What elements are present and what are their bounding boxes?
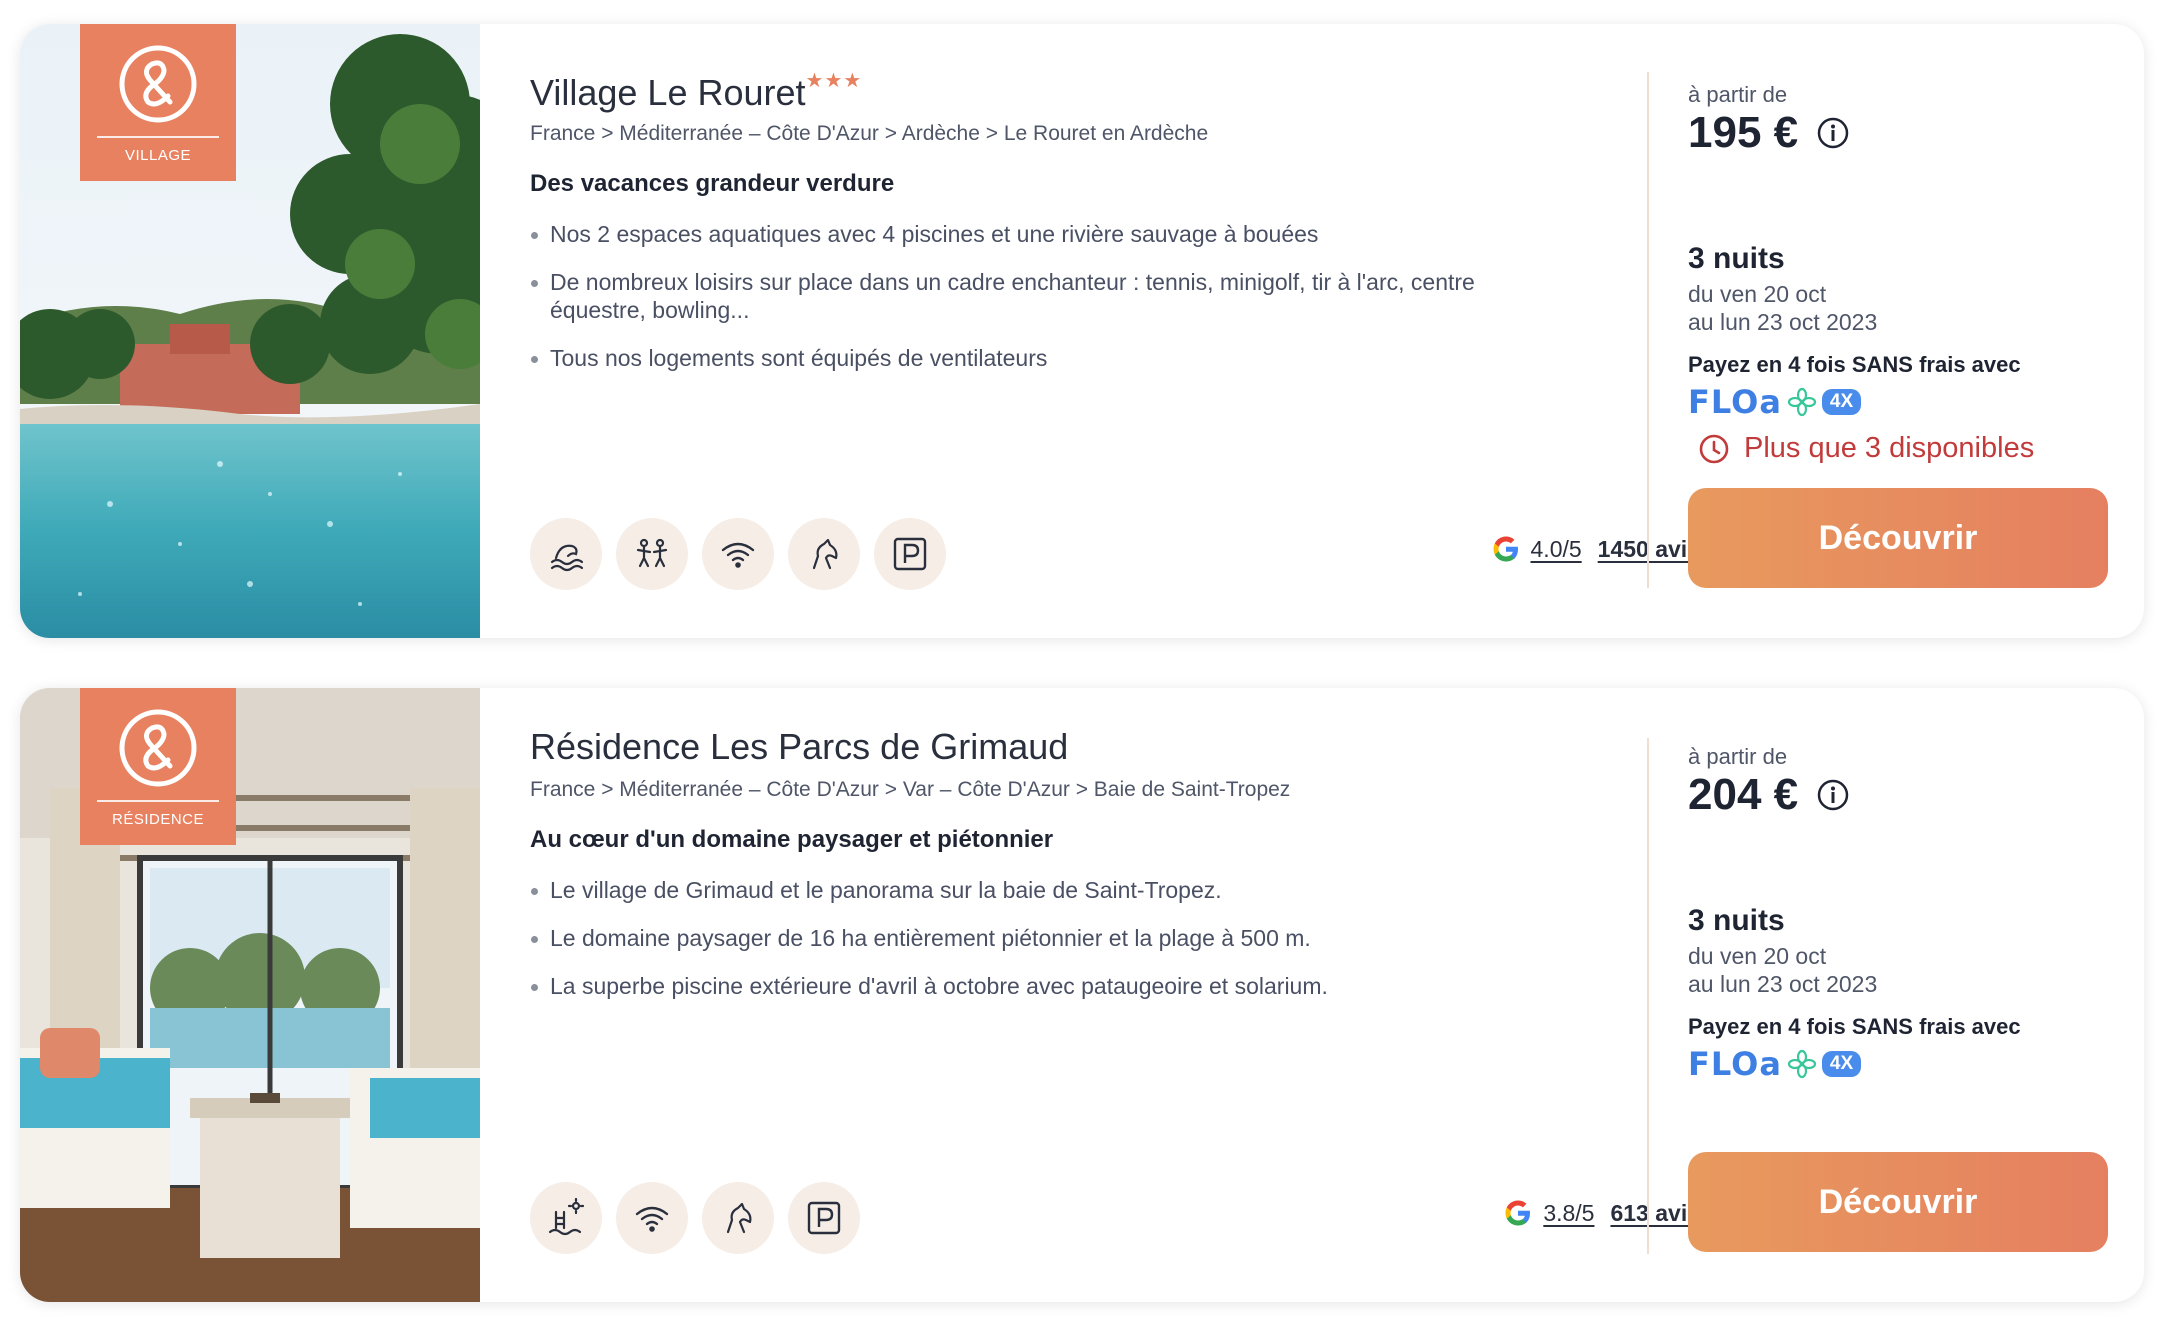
feature-item: De nombreux loisirs sur place dans un ca…: [530, 268, 1570, 324]
floa-logo: FLOa 4X: [1688, 1045, 1862, 1083]
amenity-icons: [530, 518, 946, 590]
price-value: 204 €: [1688, 770, 1799, 819]
price: 204 €: [1688, 770, 1850, 820]
listing-title-text[interactable]: Village Le Rouret: [530, 72, 806, 113]
availability-alert: Plus que 3 disponibles: [1698, 432, 2034, 465]
listing-title[interactable]: Résidence Les Parcs de Grimaud: [530, 726, 1068, 768]
price: 195 €: [1688, 108, 1850, 158]
google-rating[interactable]: 3.8/5 613 avis: [1503, 1198, 1700, 1228]
badge-divider: [97, 800, 219, 802]
listing-tagline: Au cœur d'un domaine paysager et piétonn…: [530, 826, 1054, 853]
google-icon: [1505, 1200, 1531, 1226]
date-from: du ven 20 oct: [1688, 943, 1827, 969]
brand-logo-icon: [119, 709, 197, 787]
feature-item: Tous nos logements sont équipés de venti…: [530, 344, 1570, 372]
feature-item: Nos 2 espaces aquatiques avec 4 piscines…: [530, 220, 1570, 248]
google-icon: [1493, 536, 1518, 562]
price-from-label: à partir de: [1688, 82, 1788, 107]
price-from-label: à partir de: [1688, 744, 1788, 769]
listing-title-text[interactable]: Résidence Les Parcs de Grimaud: [530, 726, 1068, 767]
listing-photo-room[interactable]: résidence: [20, 688, 480, 1302]
feature-item: Le village de Grimaud et le panorama sur…: [530, 876, 1570, 904]
discover-button[interactable]: Découvrir: [1688, 1152, 2108, 1252]
floa-badge: 4X: [1821, 389, 1862, 415]
floa-flower-icon: [1787, 387, 1817, 417]
floa-flower-icon: [1787, 1049, 1817, 1079]
info-icon[interactable]: [1816, 116, 1850, 150]
location-breadcrumb: France > Méditerranée – Côte D'Azur > Va…: [530, 778, 1291, 801]
waves-icon[interactable]: [530, 518, 602, 590]
badge-divider: [97, 136, 219, 138]
feature-list: Nos 2 espaces aquatiques avec 4 piscines…: [530, 220, 1570, 392]
feature-list: Le village de Grimaud et le panorama sur…: [530, 876, 1570, 1020]
horse-icon[interactable]: [788, 518, 860, 590]
date-to: au lun 23 oct 2023: [1688, 971, 1878, 997]
wifi-icon[interactable]: [616, 1182, 688, 1254]
payment-text: Payez en 4 fois SANS frais avec: [1688, 1014, 2021, 1039]
badge-label: résidence: [111, 806, 205, 829]
floa-wordmark: FLOa: [1688, 383, 1782, 421]
google-rating[interactable]: 4.0/5 1450 avis: [1491, 534, 1700, 564]
nights-count: 3 nuits: [1688, 242, 1785, 275]
price-value: 195 €: [1688, 108, 1799, 157]
clock-icon: [1699, 434, 1729, 463]
info-icon[interactable]: [1816, 778, 1850, 812]
rating-score[interactable]: 4.0/5: [1531, 536, 1582, 563]
discover-button[interactable]: Découvrir: [1688, 488, 2108, 588]
category-badge: résidence: [80, 688, 236, 845]
review-count[interactable]: 613 avis: [1610, 1200, 1700, 1227]
floa-logo: FLOa 4X: [1688, 383, 1862, 421]
outdoor-pool-icon[interactable]: [530, 1182, 602, 1254]
payment-text: Payez en 4 fois SANS frais avec: [1688, 352, 2021, 377]
listing-photo-pool[interactable]: village: [20, 24, 480, 638]
vertical-divider: [1647, 72, 1649, 588]
horse-icon[interactable]: [702, 1182, 774, 1254]
listing-content: Résidence Les Parcs de Grimaud France > …: [530, 688, 1700, 1302]
floa-badge: 4X: [1821, 1051, 1862, 1077]
date-to: au lun 23 oct 2023: [1688, 309, 1878, 335]
listing-title[interactable]: Village Le Rouret★★★: [530, 70, 863, 114]
listing-content: Village Le Rouret★★★ France > Méditerran…: [530, 24, 1700, 638]
pricing-panel: à partir de 204 € 3 nuits du ven 20 oct …: [1688, 688, 2108, 1302]
amenity-icons: [530, 1182, 860, 1254]
badge-label: village: [124, 142, 192, 165]
category-badge: village: [80, 24, 236, 181]
nights-count: 3 nuits: [1688, 904, 1785, 937]
wifi-icon[interactable]: [702, 518, 774, 590]
date-from: du ven 20 oct: [1688, 281, 1827, 307]
listing-card-village-le-rouret[interactable]: village Village Le Rouret★★★ France > Mé…: [20, 24, 2144, 638]
location-breadcrumb: France > Méditerranée – Côte D'Azur > Ar…: [530, 122, 1209, 145]
parking-icon[interactable]: [874, 518, 946, 590]
star-rating: ★★★: [805, 70, 863, 92]
rating-score[interactable]: 3.8/5: [1543, 1200, 1594, 1227]
floa-wordmark: FLOa: [1688, 1045, 1782, 1083]
feature-item: Le domaine paysager de 16 ha entièrement…: [530, 924, 1570, 952]
kids-club-icon[interactable]: [616, 518, 688, 590]
availability-text: Plus que 3 disponibles: [1744, 432, 2035, 464]
pricing-panel: à partir de 195 € 3 nuits du ven 20 oct …: [1688, 24, 2108, 638]
brand-logo-icon: [119, 45, 197, 123]
vertical-divider: [1647, 738, 1649, 1254]
parking-icon[interactable]: [788, 1182, 860, 1254]
listing-tagline: Des vacances grandeur verdure: [530, 170, 895, 197]
feature-item: La superbe piscine extérieure d'avril à …: [530, 972, 1570, 1000]
listing-card-residence-parcs-de-grimaud[interactable]: résidence Résidence Les Parcs de Grimaud…: [20, 688, 2144, 1302]
